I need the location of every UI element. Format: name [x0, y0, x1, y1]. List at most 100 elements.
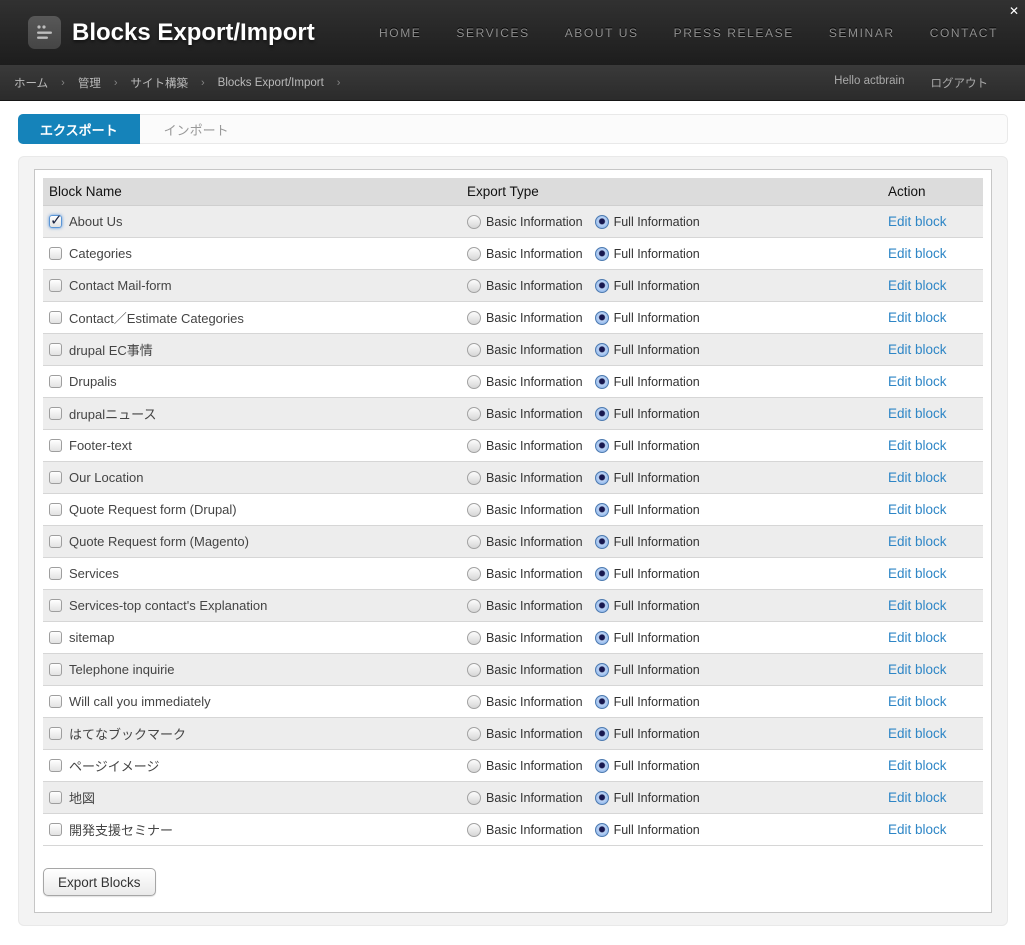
basic-information-radio[interactable]: [467, 567, 481, 581]
full-information-radio[interactable]: [595, 503, 609, 517]
block-checkbox[interactable]: [49, 375, 62, 388]
logout-link[interactable]: ログアウト: [931, 75, 989, 91]
basic-information-radio[interactable]: [467, 439, 481, 453]
basic-information-radio[interactable]: [467, 663, 481, 677]
nav-item-about-us[interactable]: ABOUT US: [565, 26, 639, 40]
block-checkbox[interactable]: [49, 279, 62, 292]
breadcrumb-structure[interactable]: サイト構築: [131, 75, 189, 91]
basic-information-radio[interactable]: [467, 823, 481, 837]
full-information-radio[interactable]: [595, 727, 609, 741]
full-information-radio[interactable]: [595, 247, 609, 261]
edit-block-link[interactable]: Edit block: [888, 278, 947, 293]
full-information-radio[interactable]: [595, 439, 609, 453]
block-checkbox[interactable]: [49, 567, 62, 580]
basic-information-radio[interactable]: [467, 471, 481, 485]
edit-block-link[interactable]: Edit block: [888, 374, 947, 389]
block-checkbox[interactable]: [49, 663, 62, 676]
close-icon[interactable]: ✕: [1009, 5, 1019, 17]
edit-block-link[interactable]: Edit block: [888, 598, 947, 613]
edit-block-link[interactable]: Edit block: [888, 630, 947, 645]
edit-block-link[interactable]: Edit block: [888, 694, 947, 709]
basic-information-radio[interactable]: [467, 215, 481, 229]
block-name-label: Will call you immediately: [69, 694, 211, 709]
nav-item-press-release[interactable]: PRESS RELEASE: [674, 26, 794, 40]
basic-information-radio[interactable]: [467, 375, 481, 389]
basic-information-radio[interactable]: [467, 279, 481, 293]
edit-block-link[interactable]: Edit block: [888, 534, 947, 549]
nav-item-contact[interactable]: CONTACT: [930, 26, 998, 40]
full-information-radio[interactable]: [595, 279, 609, 293]
block-checkbox[interactable]: [49, 727, 62, 740]
full-information-label: Full Information: [614, 823, 700, 837]
nav-item-home[interactable]: HOME: [379, 26, 421, 40]
breadcrumb-admin[interactable]: 管理: [78, 75, 101, 91]
full-information-radio[interactable]: [595, 759, 609, 773]
block-checkbox[interactable]: [49, 535, 62, 548]
block-checkbox[interactable]: [49, 439, 62, 452]
basic-information-radio[interactable]: [467, 631, 481, 645]
full-information-radio[interactable]: [595, 535, 609, 549]
edit-block-link[interactable]: Edit block: [888, 726, 947, 741]
edit-block-link[interactable]: Edit block: [888, 470, 947, 485]
full-information-radio[interactable]: [595, 823, 609, 837]
basic-information-radio[interactable]: [467, 247, 481, 261]
basic-information-radio[interactable]: [467, 695, 481, 709]
block-checkbox[interactable]: [49, 311, 62, 324]
edit-block-link[interactable]: Edit block: [888, 342, 947, 357]
export-blocks-button[interactable]: Export Blocks: [43, 868, 156, 896]
tab-import[interactable]: インポート: [140, 115, 253, 143]
block-checkbox[interactable]: [49, 823, 62, 836]
block-checkbox[interactable]: [49, 503, 62, 516]
block-checkbox[interactable]: [49, 695, 62, 708]
tab-export[interactable]: エクスポート: [18, 114, 140, 144]
basic-information-label: Basic Information: [486, 215, 583, 229]
edit-block-link[interactable]: Edit block: [888, 246, 947, 261]
nav-item-services[interactable]: SERVICES: [456, 26, 529, 40]
block-checkbox[interactable]: [49, 759, 62, 772]
table-row: Our Location Basic Information Full Info…: [43, 462, 983, 494]
block-checkbox[interactable]: [49, 247, 62, 260]
block-checkbox[interactable]: [49, 471, 62, 484]
edit-block-link[interactable]: Edit block: [888, 406, 947, 421]
basic-information-radio[interactable]: [467, 503, 481, 517]
full-information-radio[interactable]: [595, 471, 609, 485]
basic-information-radio[interactable]: [467, 791, 481, 805]
nav-item-seminar[interactable]: SEMINAR: [829, 26, 895, 40]
edit-block-link[interactable]: Edit block: [888, 822, 947, 837]
basic-information-radio[interactable]: [467, 727, 481, 741]
block-checkbox[interactable]: [49, 215, 62, 228]
full-information-radio[interactable]: [595, 631, 609, 645]
full-information-radio[interactable]: [595, 343, 609, 357]
full-information-radio[interactable]: [595, 695, 609, 709]
edit-block-link[interactable]: Edit block: [888, 502, 947, 517]
full-information-radio[interactable]: [595, 375, 609, 389]
edit-block-link[interactable]: Edit block: [888, 662, 947, 677]
basic-information-radio[interactable]: [467, 343, 481, 357]
basic-information-radio[interactable]: [467, 759, 481, 773]
block-checkbox[interactable]: [49, 791, 62, 804]
full-information-radio[interactable]: [595, 215, 609, 229]
block-checkbox[interactable]: [49, 343, 62, 356]
full-information-radio[interactable]: [595, 791, 609, 805]
full-information-radio[interactable]: [595, 567, 609, 581]
edit-block-link[interactable]: Edit block: [888, 438, 947, 453]
edit-block-link[interactable]: Edit block: [888, 790, 947, 805]
full-information-radio[interactable]: [595, 599, 609, 613]
basic-information-radio[interactable]: [467, 311, 481, 325]
full-information-radio[interactable]: [595, 663, 609, 677]
block-checkbox[interactable]: [49, 407, 62, 420]
breadcrumb-home[interactable]: ホーム: [14, 75, 48, 91]
edit-block-link[interactable]: Edit block: [888, 310, 947, 325]
basic-information-radio[interactable]: [467, 599, 481, 613]
edit-block-link[interactable]: Edit block: [888, 566, 947, 581]
edit-block-link[interactable]: Edit block: [888, 758, 947, 773]
basic-information-radio[interactable]: [467, 535, 481, 549]
full-information-radio[interactable]: [595, 407, 609, 421]
edit-block-link[interactable]: Edit block: [888, 214, 947, 229]
breadcrumb-blocks-export-import[interactable]: Blocks Export/Import: [218, 77, 324, 89]
greeting-text: Hello actbrain: [834, 75, 904, 91]
block-checkbox[interactable]: [49, 631, 62, 644]
basic-information-radio[interactable]: [467, 407, 481, 421]
full-information-radio[interactable]: [595, 311, 609, 325]
block-checkbox[interactable]: [49, 599, 62, 612]
